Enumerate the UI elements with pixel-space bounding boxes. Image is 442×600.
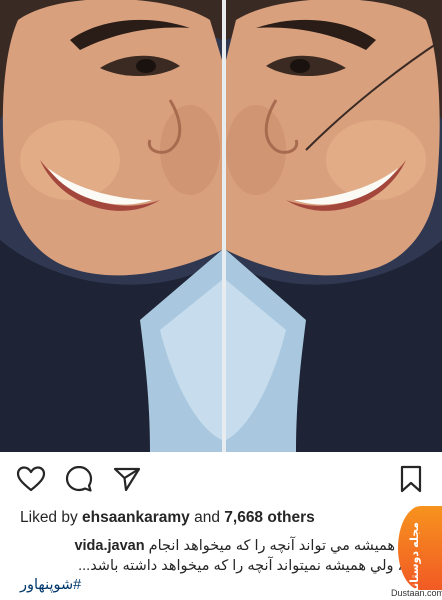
likes-count[interactable]: 7,668 others [224, 509, 314, 526]
paper-plane-icon[interactable] [112, 464, 142, 494]
caption-text-1: بشر همیشه مي تواند آنچه را که میخواهد ان… [148, 538, 424, 554]
watermark-logo: مجله دوستانه Dustaan.com [390, 504, 442, 600]
caption-username[interactable]: vida.javan [74, 538, 144, 554]
likes-prefix: Liked by [20, 509, 78, 526]
watermark-site: Dustaan.com [390, 588, 442, 598]
photo-left-half [0, 0, 222, 452]
caption-hashtag[interactable]: #شوپنهاور [20, 577, 81, 593]
post-photo[interactable] [0, 0, 442, 452]
photo-right-half [226, 0, 442, 452]
watermark-badge: مجله دوستانه [398, 506, 442, 594]
likes-mid: and [194, 509, 220, 526]
heart-icon[interactable] [16, 464, 46, 494]
post-caption: بشر همیشه مي تواند آنچه را که میخواهد ان… [14, 536, 424, 576]
bookmark-icon[interactable] [396, 464, 426, 494]
liked-by-user[interactable]: ehsaankaramy [82, 509, 190, 526]
caption-line-1: بشر همیشه مي تواند آنچه را که میخواهد ان… [14, 536, 424, 556]
likes-line: Liked by ehsaankaramy and 7,668 others [20, 509, 315, 527]
comment-icon[interactable] [64, 464, 94, 494]
watermark-badge-text: مجله دوستانه [409, 522, 421, 594]
action-bar [0, 458, 442, 498]
caption-line-2: دهد، ولي همیشه نمیتواند آنچه را که میخوا… [78, 558, 424, 574]
